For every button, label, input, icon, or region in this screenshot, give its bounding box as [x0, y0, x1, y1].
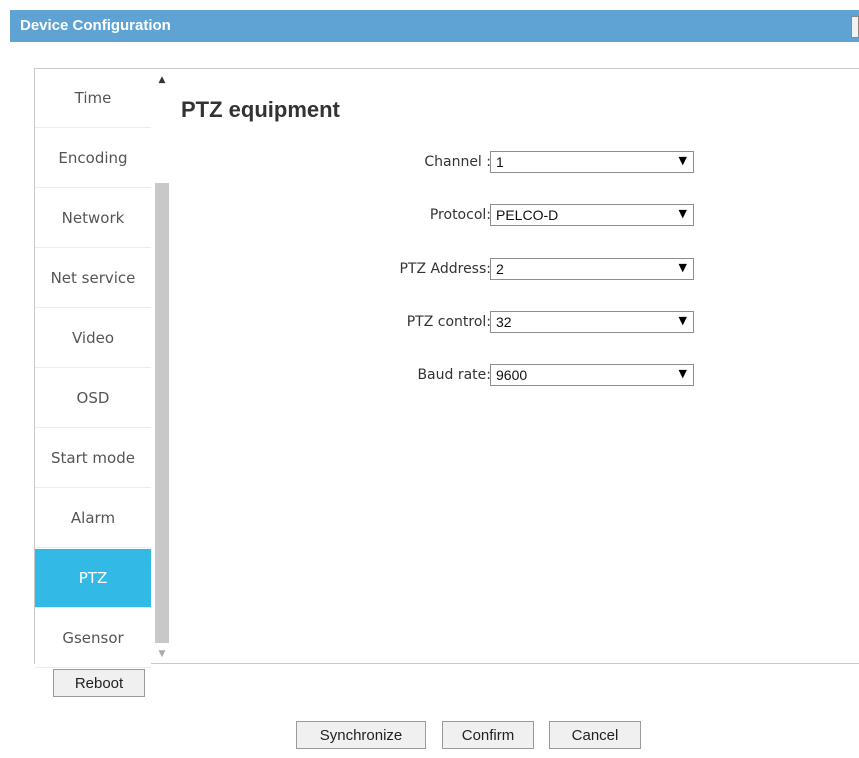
dropdown-arrow-icon: ▼: [678, 367, 687, 380]
dropdown-arrow-icon: ▼: [678, 314, 687, 327]
baud-rate-label: Baud rate:: [417, 367, 491, 383]
config-panel: Time Encoding Network Net service Video …: [34, 68, 859, 668]
ptz-control-label: PTZ control:: [406, 314, 491, 330]
sidebar-item-label: Start mode: [51, 449, 135, 467]
sidebar-item-label: Time: [74, 89, 112, 107]
protocol-row: Protocol: PELCO-D ▼: [35, 204, 859, 228]
ptz-address-label: PTZ Address:: [399, 261, 491, 277]
channel-value: 1: [496, 154, 504, 170]
sidebar-item-time[interactable]: Time: [35, 69, 151, 128]
channel-select[interactable]: 1 ▼: [490, 151, 694, 173]
scrollbar-thumb[interactable]: [155, 183, 169, 643]
sidebar-item-label: PTZ: [78, 569, 108, 587]
dropdown-arrow-icon: ▼: [678, 154, 687, 167]
channel-label: Channel :: [424, 154, 491, 170]
window-control-button[interactable]: [851, 16, 859, 38]
ptz-address-row: PTZ Address: 2 ▼: [35, 258, 859, 282]
triangle-up-icon[interactable]: ▲: [153, 71, 171, 89]
sidebar-item-ptz[interactable]: PTZ: [35, 549, 151, 608]
protocol-select[interactable]: PELCO-D ▼: [490, 204, 694, 226]
sidebar-item-gsensor[interactable]: Gsensor: [35, 609, 151, 668]
page-title: PTZ equipment: [181, 97, 340, 122]
ptz-address-value: 2: [496, 261, 504, 277]
channel-row: Channel : 1 ▼: [35, 151, 859, 175]
protocol-label: Protocol:: [429, 207, 491, 223]
dropdown-arrow-icon: ▼: [678, 207, 687, 220]
ptz-control-select[interactable]: 32 ▼: [490, 311, 694, 333]
protocol-value: PELCO-D: [496, 207, 559, 223]
cancel-button[interactable]: Cancel: [549, 721, 641, 749]
sidebar-item-label: Gsensor: [62, 629, 124, 647]
baud-rate-select[interactable]: 9600 ▼: [490, 364, 694, 386]
sidebar-item-label: Alarm: [70, 509, 116, 527]
triangle-down-icon[interactable]: ▼: [153, 645, 171, 663]
ptz-address-select[interactable]: 2 ▼: [490, 258, 694, 280]
sidebar-item-alarm[interactable]: Alarm: [35, 489, 151, 548]
dropdown-arrow-icon: ▼: [678, 261, 687, 274]
confirm-button[interactable]: Confirm: [442, 721, 534, 749]
ptz-control-value: 32: [496, 314, 512, 330]
sidebar-item-start-mode[interactable]: Start mode: [35, 429, 151, 488]
window-title: Device Configuration: [20, 17, 171, 34]
baud-rate-row: Baud rate: 9600 ▼: [35, 364, 859, 388]
ptz-control-row: PTZ control: 32 ▼: [35, 311, 859, 335]
synchronize-button[interactable]: Synchronize: [296, 721, 426, 749]
sidebar-item-label: OSD: [76, 389, 110, 407]
baud-rate-value: 9600: [496, 367, 528, 383]
reboot-button[interactable]: Reboot: [53, 669, 145, 697]
title-bar: Device Configuration: [10, 10, 859, 42]
